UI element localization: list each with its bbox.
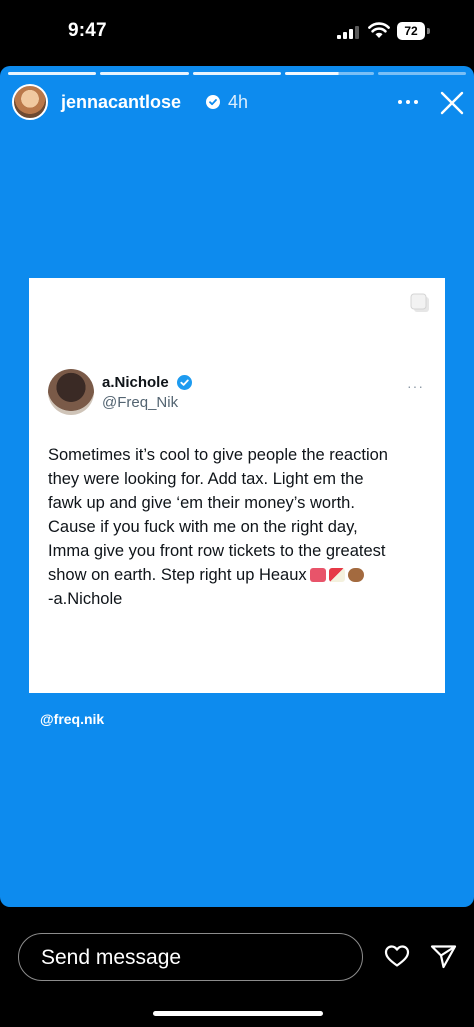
progress-segment	[100, 72, 189, 75]
progress-segment	[377, 72, 467, 75]
story-view[interactable]: jennacantlose 4h a.Nichole @Freq_Nik ···…	[0, 66, 474, 907]
close-icon[interactable]	[440, 91, 464, 115]
progress-segment	[8, 72, 97, 75]
mention-sticker[interactable]: @freq.nik	[40, 711, 104, 727]
tweet-line: Sometimes it’s cool to give people the r…	[48, 446, 388, 464]
ticket-emoji	[309, 568, 326, 582]
tweet-line: they were looking for. Add tax. Light em…	[48, 470, 364, 488]
send-message-placeholder: Send message	[41, 946, 182, 969]
battery-level: 72	[397, 22, 425, 40]
tweet-card: a.Nichole @Freq_Nik ··· Sometimes it’s c…	[29, 278, 445, 693]
status-bar: 9:47 72	[0, 0, 474, 64]
tweet-line: Cause if you fuck with me on the right d…	[48, 518, 358, 536]
clapping-hands-emoji	[347, 568, 364, 582]
cellular-signal-icon	[337, 26, 359, 39]
tweet-display-name: a.Nichole	[102, 374, 169, 391]
user-avatar[interactable]	[12, 84, 48, 120]
verified-icon	[177, 375, 192, 390]
story-progress-bar	[8, 72, 467, 75]
wifi-icon	[368, 22, 390, 38]
more-icon[interactable]	[396, 92, 420, 112]
circus-tent-emoji	[328, 568, 345, 582]
bottom-bar: Send message	[0, 907, 474, 1027]
battery-indicator: 72	[397, 22, 431, 40]
home-indicator	[153, 1011, 323, 1016]
story-time-ago: 4h	[228, 92, 249, 112]
verified-icon	[206, 95, 220, 109]
tweet-author-avatar	[48, 369, 94, 415]
heart-icon[interactable]	[384, 944, 410, 968]
tweet-line: Imma give you front row tickets to the g…	[48, 542, 386, 560]
tweet-text: Sometimes it’s cool to give people the r…	[48, 443, 432, 611]
tweet-line: -a.Nichole	[48, 590, 123, 608]
tweet-line: fawk up and give ‘em their money’s worth…	[48, 494, 355, 512]
send-icon[interactable]	[430, 944, 457, 969]
tweet-line: show on earth. Step right up Heaux	[48, 566, 307, 584]
progress-segment	[192, 72, 282, 75]
progress-segment	[285, 72, 374, 75]
tweet-handle: @Freq_Nik	[102, 394, 179, 411]
story-username[interactable]: jennacantlose	[61, 92, 181, 113]
tweet-more-icon: ···	[407, 378, 424, 394]
send-message-input[interactable]: Send message	[18, 933, 363, 981]
copy-icon	[410, 293, 429, 312]
status-time: 9:47	[68, 20, 107, 41]
